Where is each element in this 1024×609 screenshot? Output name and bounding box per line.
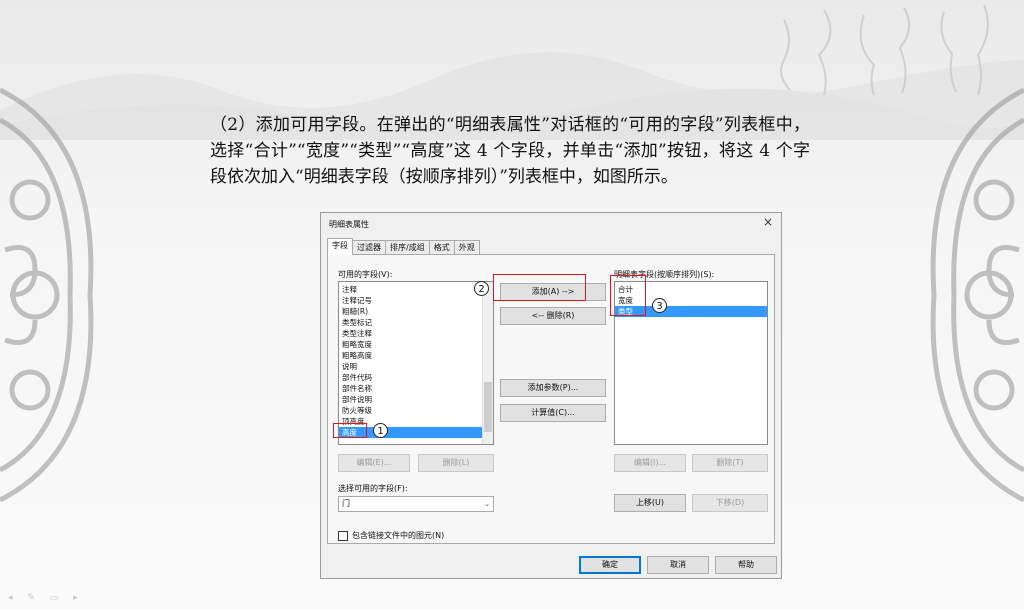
delete-right-button[interactable]: 删除(T)	[692, 454, 768, 472]
close-icon[interactable]: ×	[763, 215, 773, 229]
slide-toolbar-icons: ◂ ✎ ▭ ▸	[8, 593, 84, 603]
list-item[interactable]: 说明	[339, 361, 493, 372]
list-item[interactable]: 防火等级	[339, 405, 493, 416]
help-button[interactable]: 帮助	[715, 556, 777, 574]
list-item[interactable]: 部件名称	[339, 383, 493, 394]
list-item[interactable]: 部件代码	[339, 372, 493, 383]
category-select-value: 门	[342, 499, 350, 508]
step-marker-3: 3	[652, 298, 667, 313]
dialog-title: 明细表属性	[329, 220, 369, 229]
list-item[interactable]: 注释记号	[339, 295, 493, 306]
select-from-label: 选择可用的字段(F):	[338, 484, 408, 493]
left-ornament-decoration	[0, 87, 94, 503]
available-fields-list[interactable]: 注释 注释记号 粗糙(R) 类型标记 类型注释 粗略宽度 粗略高度 说明 部件代…	[338, 281, 494, 445]
tab-filter[interactable]: 过滤器	[352, 240, 386, 255]
available-fields-label: 可用的字段(V):	[338, 270, 393, 279]
edit-left-button[interactable]: 编辑(E)...	[338, 454, 410, 472]
category-select[interactable]: 门 ⌄	[338, 496, 494, 512]
tab-strip: 字段 过滤器 排序/成组 格式 外观	[327, 238, 480, 255]
cancel-button[interactable]: 取消	[647, 556, 709, 574]
list-item[interactable]: 粗略宽度	[339, 339, 493, 350]
edit-right-button[interactable]: 编辑(I)...	[614, 454, 686, 472]
step-caption: （2）添加可用字段。在弹出的“明细表属性”对话框的“可用的字段”列表框中，选择“…	[210, 115, 810, 187]
add-parameter-button[interactable]: 添加参数(P)...	[500, 379, 606, 397]
tab-appearance[interactable]: 外观	[453, 240, 480, 255]
right-ornament-decoration	[930, 87, 1024, 503]
highlight-box-step2	[493, 274, 586, 301]
list-item[interactable]: 类型注释	[339, 328, 493, 339]
list-item[interactable]: 部件说明	[339, 394, 493, 405]
calculated-value-button[interactable]: 计算值(C)...	[500, 404, 606, 422]
ok-button[interactable]: 确定	[579, 556, 641, 574]
remove-button[interactable]: <-- 删除(R)	[500, 307, 606, 325]
list-item[interactable]: 注释	[339, 284, 493, 295]
highlight-box-step1	[333, 423, 367, 438]
tab-format[interactable]: 格式	[428, 240, 455, 255]
schedule-properties-dialog: 明细表属性 × 字段 过滤器 排序/成组 格式 外观 可用的字段(V): 注释 …	[320, 212, 782, 579]
available-list-scrollbar[interactable]	[482, 282, 493, 444]
step-marker-1: 1	[373, 423, 388, 438]
tab-fields[interactable]: 字段	[327, 238, 353, 255]
tab-sorting[interactable]: 排序/成组	[385, 240, 430, 255]
include-linked-checkbox[interactable]	[338, 531, 348, 541]
list-item[interactable]: 粗略高度	[339, 350, 493, 361]
chevron-down-icon: ⌄	[484, 500, 490, 508]
list-item[interactable]: 类型标记	[339, 317, 493, 328]
move-down-button[interactable]: 下移(D)	[692, 494, 768, 512]
scrollbar-thumb[interactable]	[484, 382, 492, 432]
delete-left-button[interactable]: 删除(L)	[418, 454, 494, 472]
move-up-button[interactable]: 上移(U)	[614, 494, 686, 512]
include-linked-label: 包含链接文件中的图元(N)	[352, 531, 445, 540]
list-item[interactable]: 粗糙(R)	[339, 306, 493, 317]
highlight-box-step3	[610, 275, 646, 316]
step-marker-2: 2	[474, 281, 489, 296]
